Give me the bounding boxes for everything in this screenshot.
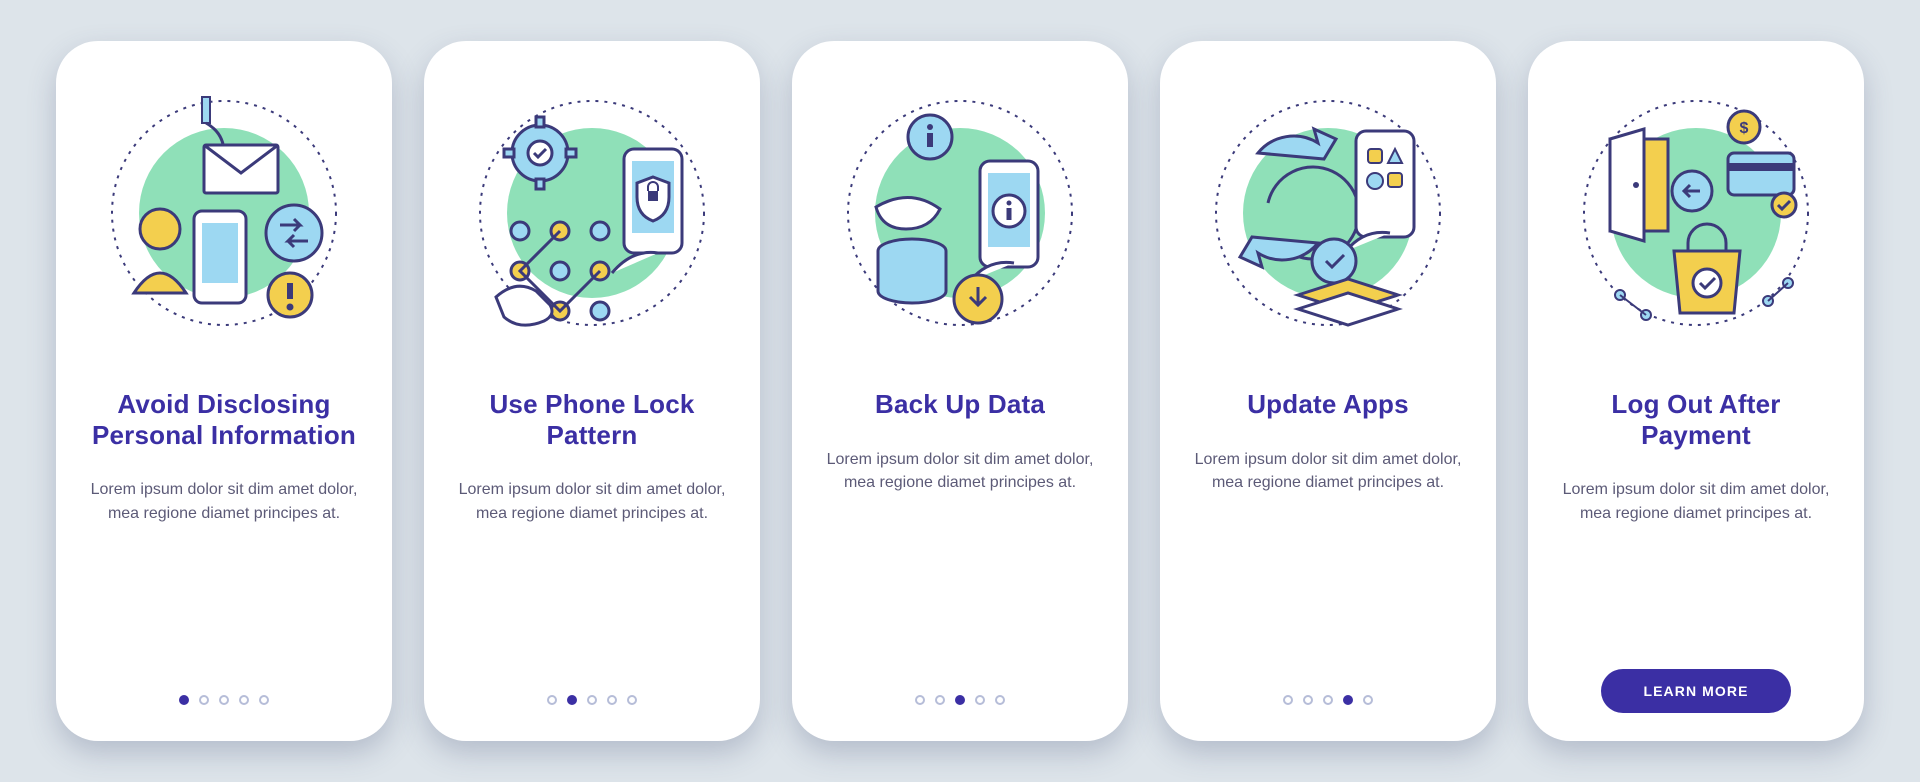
backup-data-icon — [830, 83, 1090, 343]
pager-dot[interactable] — [239, 695, 249, 705]
pager-dot[interactable] — [1303, 695, 1313, 705]
pager-dot[interactable] — [587, 695, 597, 705]
screen-title: Log Out After Payment — [1554, 389, 1838, 450]
pager-dot[interactable] — [1363, 695, 1373, 705]
pager-dot[interactable] — [995, 695, 1005, 705]
svg-text:$: $ — [1740, 120, 1749, 137]
pager-dot[interactable] — [567, 695, 577, 705]
pager — [179, 695, 269, 705]
pager-dot[interactable] — [627, 695, 637, 705]
screen-title: Back Up Data — [873, 389, 1047, 420]
screen-description: Lorem ipsum dolor sit dim amet dolor, me… — [818, 448, 1102, 495]
pager — [915, 695, 1005, 705]
screen-description: Lorem ipsum dolor sit dim amet dolor, me… — [450, 478, 734, 525]
screen-title: Avoid Disclosing Personal Information — [82, 389, 366, 450]
screen-description: Lorem ipsum dolor sit dim amet dolor, me… — [82, 478, 366, 525]
learn-more-button[interactable]: LEARN MORE — [1601, 669, 1790, 713]
pager-dot[interactable] — [1323, 695, 1333, 705]
screen-description: Lorem ipsum dolor sit dim amet dolor, me… — [1554, 478, 1838, 525]
pager-dot[interactable] — [975, 695, 985, 705]
pager — [547, 695, 637, 705]
onboarding-screen-3: Back Up Data Lorem ipsum dolor sit dim a… — [792, 41, 1128, 741]
pager-dot[interactable] — [199, 695, 209, 705]
pager-dot[interactable] — [915, 695, 925, 705]
pager-dot[interactable] — [955, 695, 965, 705]
screen-title: Update Apps — [1245, 389, 1411, 420]
pager-dot[interactable] — [1283, 695, 1293, 705]
pager-dot[interactable] — [259, 695, 269, 705]
pager-dot[interactable] — [179, 695, 189, 705]
onboarding-screen-2: Use Phone Lock Pattern Lorem ipsum dolor… — [424, 41, 760, 741]
screen-title: Use Phone Lock Pattern — [450, 389, 734, 450]
pager-dot[interactable] — [547, 695, 557, 705]
screen-description: Lorem ipsum dolor sit dim amet dolor, me… — [1186, 448, 1470, 495]
pager-dot[interactable] — [607, 695, 617, 705]
onboarding-screen-1: Avoid Disclosing Personal Information Lo… — [56, 41, 392, 741]
pager-dot[interactable] — [1343, 695, 1353, 705]
pager — [1283, 695, 1373, 705]
lock-pattern-icon — [462, 83, 722, 343]
avoid-disclose-icon — [94, 83, 354, 343]
logout-payment-icon: $ — [1566, 83, 1826, 343]
onboarding-screen-4: Update Apps Lorem ipsum dolor sit dim am… — [1160, 41, 1496, 741]
onboarding-screen-5: $ Log Out After Payment Lorem ipsum dolo… — [1528, 41, 1864, 741]
update-apps-icon — [1198, 83, 1458, 343]
pager-dot[interactable] — [219, 695, 229, 705]
pager-dot[interactable] — [935, 695, 945, 705]
